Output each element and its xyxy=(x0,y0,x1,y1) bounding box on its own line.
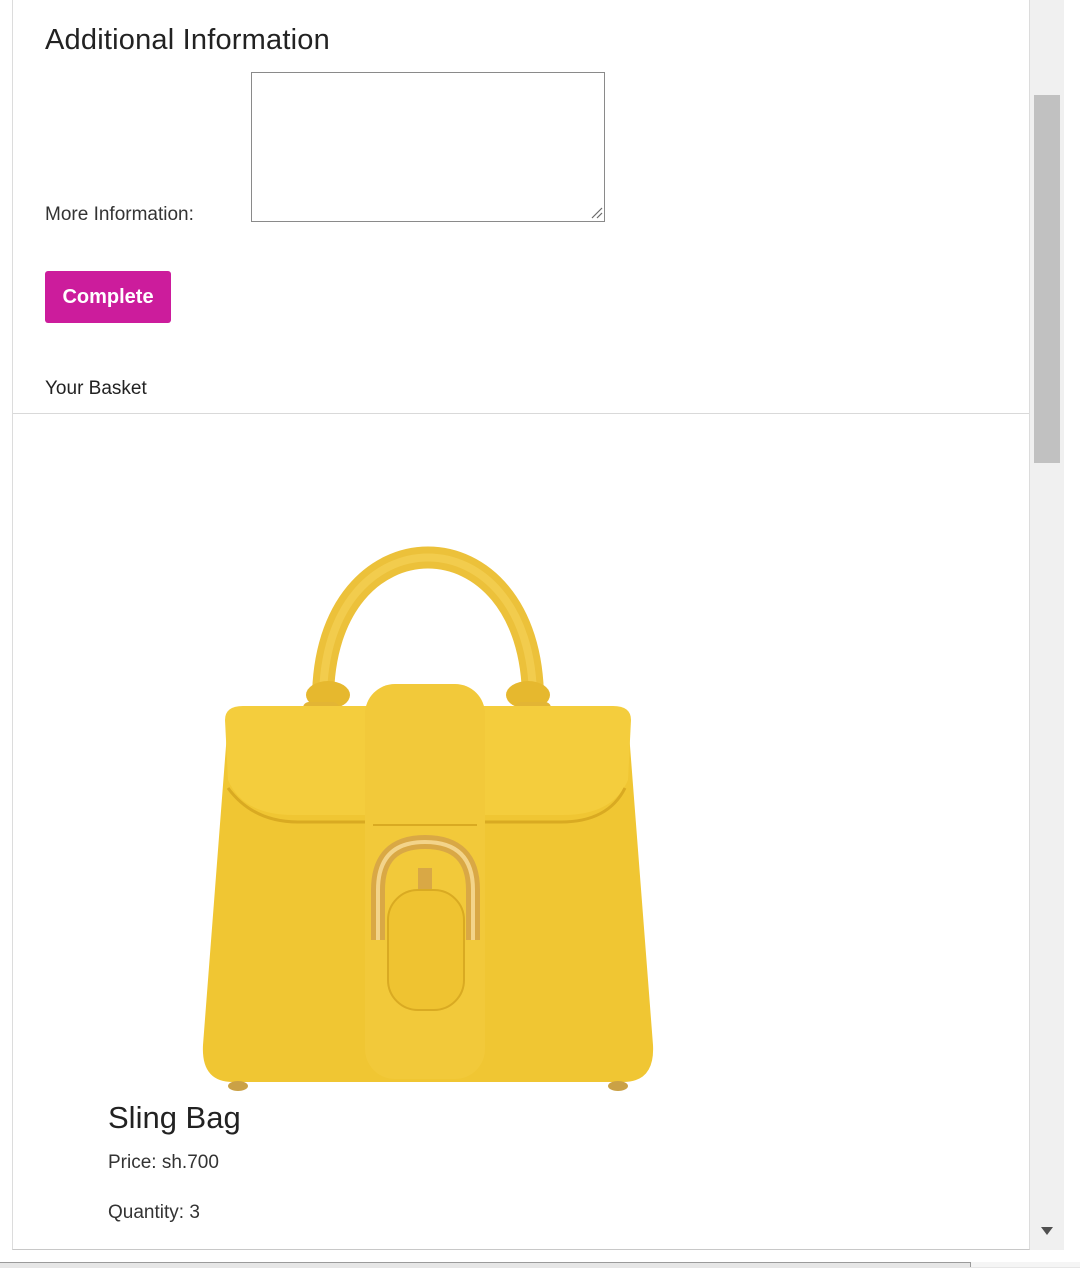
scroll-down-arrow-icon[interactable] xyxy=(1040,1225,1054,1237)
vertical-scrollbar[interactable] xyxy=(1030,0,1064,1250)
product-quantity: Quantity: 3 xyxy=(108,1202,200,1223)
more-information-label: More Information: xyxy=(45,204,194,225)
checkout-page: Additional Information More Information:… xyxy=(12,0,1030,1250)
complete-button[interactable]: Complete xyxy=(45,271,171,323)
your-basket-label: Your Basket xyxy=(45,378,147,399)
window-bottom-edge xyxy=(0,1262,1080,1268)
product-price: Price: sh.700 xyxy=(108,1152,219,1173)
more-information-textarea[interactable] xyxy=(251,72,605,222)
window-bottom-corner xyxy=(970,1262,1080,1267)
scrollbar-thumb[interactable] xyxy=(1034,95,1060,463)
yellow-handbag-image xyxy=(202,546,654,1091)
product-name: Sling Bag xyxy=(108,1100,241,1135)
additional-information-heading: Additional Information xyxy=(45,24,330,56)
basket-divider xyxy=(13,413,1029,414)
